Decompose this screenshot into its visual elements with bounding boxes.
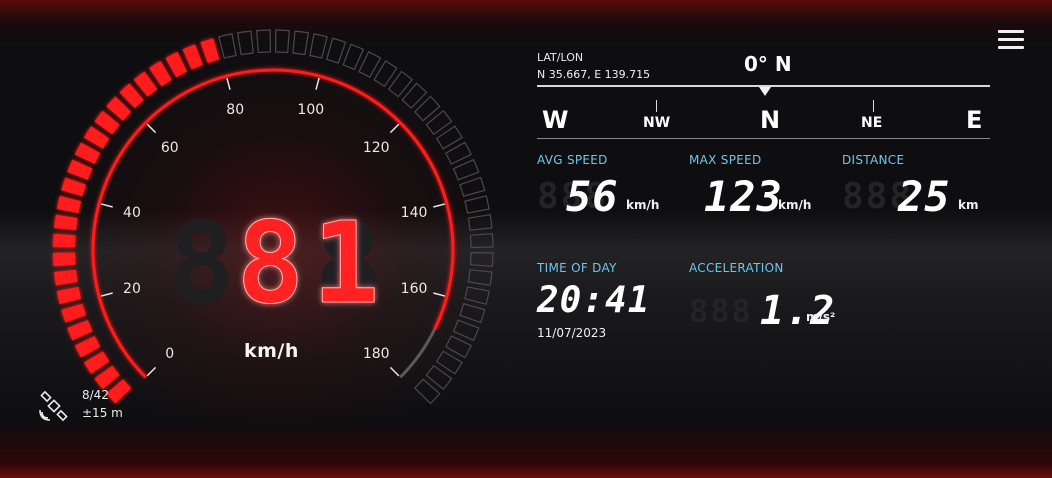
compass-bottom-line	[537, 138, 990, 139]
gauge-tick	[433, 292, 446, 297]
gauge-scale-label: 40	[123, 205, 141, 221]
gauge-segment	[469, 233, 494, 249]
satellite-icon	[39, 390, 68, 422]
gauge-scale-label: 0	[165, 346, 174, 362]
gauge-segment	[309, 33, 328, 59]
gauge-segment	[74, 142, 101, 164]
max-speed-unit: km/h	[778, 198, 812, 212]
gps-satellite-count: 8/42	[82, 388, 109, 402]
gauge-segment	[182, 44, 203, 70]
distance-label: DISTANCE	[842, 153, 905, 167]
gauge-scale-label: 20	[123, 281, 141, 297]
gauge-tick	[389, 366, 400, 377]
gauge-segment	[67, 159, 93, 180]
compass-east: E	[966, 106, 983, 134]
lat-lon-label: LAT/LON	[537, 51, 584, 64]
acceleration-label: ACCELERATION	[689, 261, 784, 275]
gauge-segment	[444, 141, 472, 165]
gauge-segment	[56, 195, 82, 214]
gauge-tick	[100, 292, 113, 297]
gauge-segment	[53, 233, 76, 248]
gauge-segment	[54, 214, 78, 231]
current-date: 11/07/2023	[537, 326, 607, 340]
gauge-segment	[53, 252, 76, 267]
gauge-tick	[315, 77, 320, 90]
distance-value: 25	[898, 172, 951, 221]
gauge-segment	[444, 335, 472, 359]
gauge-segment	[149, 60, 172, 87]
gauge-segment	[464, 195, 490, 214]
gauge-segment	[61, 177, 87, 197]
gauge-tick	[433, 203, 446, 208]
time-of-day-value: 20:41	[537, 280, 651, 321]
gauge-segment	[54, 269, 78, 286]
gauge-tick	[389, 123, 400, 134]
current-speed-readout: 81	[237, 199, 388, 329]
gauge-segment	[358, 51, 382, 79]
gauge-segment	[292, 30, 310, 56]
gauge-scale-label: 180	[363, 346, 390, 362]
gauge-segment	[326, 37, 347, 64]
avg-speed-unit: km/h	[626, 198, 660, 212]
gauge-segment	[342, 43, 365, 71]
gauge-segment	[83, 351, 110, 374]
gauge-segment	[56, 286, 82, 305]
gauge-tick	[100, 203, 113, 208]
gauge-segment	[256, 29, 272, 54]
compass-north-east: NE	[861, 115, 883, 131]
time-of-day-label: TIME OF DAY	[537, 261, 617, 275]
gauge-segment	[74, 336, 101, 358]
gauge-scale-label: 120	[363, 140, 390, 156]
gauge-inner-arc-inactive	[399, 328, 436, 379]
gauge-segment	[452, 158, 480, 181]
gauge-segment	[452, 319, 480, 342]
gauge-scale-label: 160	[401, 281, 428, 297]
gauge-segment	[165, 51, 187, 78]
gauge-segment	[236, 30, 254, 56]
avg-speed-value: 56	[566, 172, 619, 221]
acceleration-unit: m/s²	[806, 310, 836, 324]
compass-north-west: NW	[643, 115, 671, 131]
gauge-segment	[83, 126, 110, 149]
avg-speed-label: AVG SPEED	[537, 153, 608, 167]
max-speed-label: MAX SPEED	[689, 153, 762, 167]
lat-lon-value: N 35.667, E 139.715	[537, 68, 651, 81]
gauge-segment	[467, 213, 493, 231]
gauge-segment	[218, 33, 237, 59]
gauge-scale-label: 140	[401, 205, 428, 221]
gauge-segment	[459, 303, 486, 324]
gauge-tick	[146, 366, 157, 377]
hamburger-menu-icon[interactable]	[996, 28, 1028, 52]
gauge-tick	[226, 77, 231, 90]
gauge-segment	[464, 286, 490, 305]
compass-tick-ne	[873, 100, 874, 112]
compass-pointer-icon	[759, 87, 771, 96]
gauge-segment	[467, 269, 493, 287]
gauge-scale-label: 100	[297, 102, 324, 118]
compass-north: N	[760, 106, 781, 134]
gauge-segment	[200, 38, 220, 64]
speed-gauge: 020406080 100120140160180 888 81	[53, 29, 494, 405]
gauge-segment	[469, 251, 494, 267]
gauge-segment	[67, 320, 93, 341]
speedometer-screen: 0 20 40 60 80 100 120 140 160 180 888 81 km/h LAT…	[0, 0, 1052, 478]
gauge-segment	[274, 29, 290, 54]
distance-unit: km	[958, 198, 979, 212]
acceleration-ghost: 888	[689, 292, 753, 330]
gauge-tick	[146, 123, 157, 134]
max-speed-value: 123	[704, 172, 783, 221]
gauge-segment	[61, 303, 87, 323]
gauge-scale-label: 80	[226, 102, 244, 118]
compass-west: W	[542, 106, 569, 134]
gps-accuracy: ±15 m	[82, 406, 123, 420]
speed-unit-label: km/h	[244, 340, 299, 362]
gauge-scale-label: 60	[161, 140, 179, 156]
gauge-segment	[459, 176, 486, 197]
compass-tick-nw	[656, 100, 657, 112]
compass-heading: 0° N	[744, 52, 792, 76]
